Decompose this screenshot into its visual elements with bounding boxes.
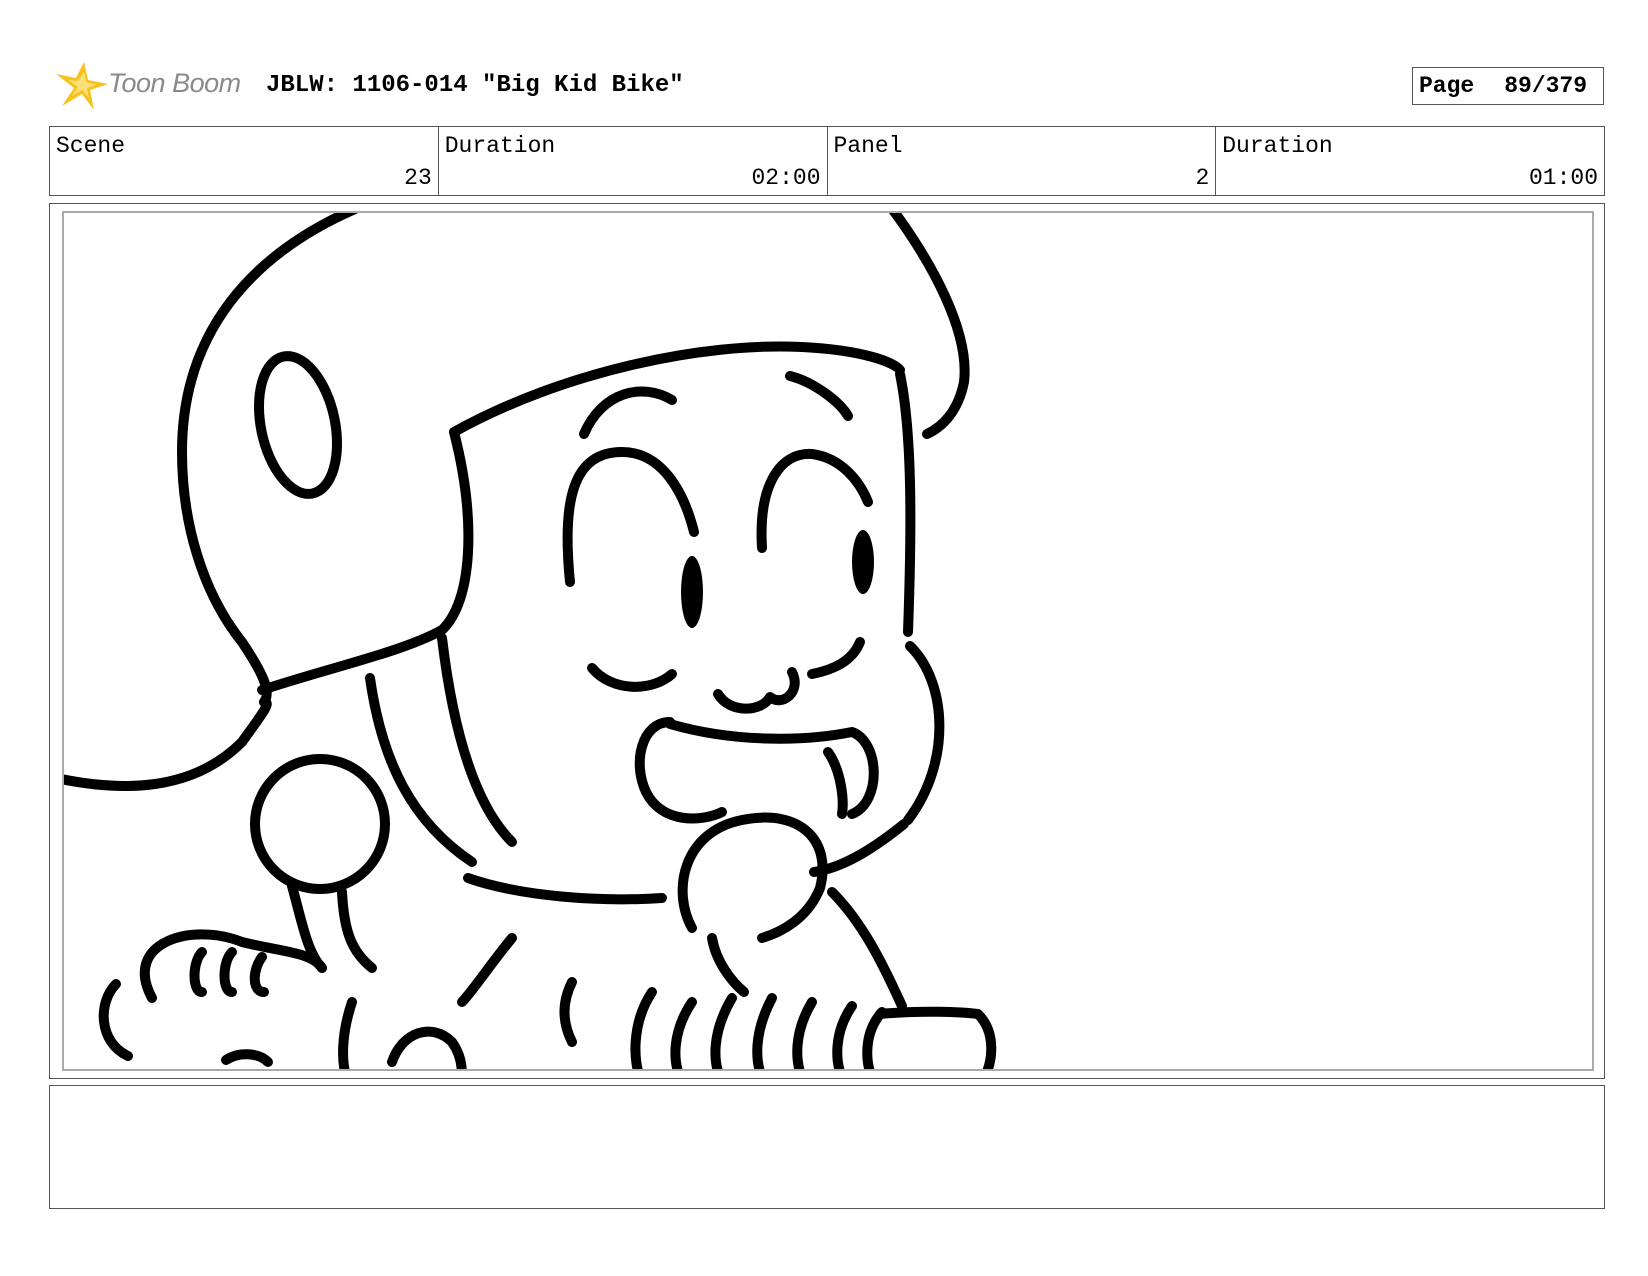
left-handlebar-grip — [219, 947, 237, 997]
face-outline — [903, 641, 945, 825]
page-label: Page — [1419, 73, 1475, 99]
toon-boom-logo: Toon Boom — [54, 58, 250, 116]
left-cheek — [587, 663, 677, 692]
right-eye-arc — [756, 448, 873, 553]
logo-text: Toon Boom — [108, 68, 241, 98]
handlebar-end — [875, 1006, 997, 1069]
left-handlebar-grip — [189, 947, 207, 997]
right-handlebar-grip — [752, 993, 777, 1069]
handlebar-lower — [387, 1026, 467, 1069]
panel-cell: Panel 2 — [826, 127, 1216, 195]
face-outline — [895, 369, 916, 637]
left-hand — [250, 754, 390, 894]
right-pupil — [852, 530, 874, 594]
left-pupil — [681, 556, 703, 628]
handlebar-lower — [338, 997, 357, 1069]
collar — [463, 873, 667, 905]
panel-drawing-area — [62, 211, 1594, 1071]
collar — [437, 633, 517, 847]
scene-label: Scene — [56, 133, 126, 159]
nose — [713, 667, 800, 714]
scene-value: 23 — [404, 165, 432, 191]
right-cheek — [807, 637, 865, 679]
panel-duration-cell: Duration 01:00 — [1215, 127, 1604, 195]
scene-duration-value: 02:00 — [751, 165, 821, 191]
right-handlebar-grip — [630, 987, 657, 1069]
right-handlebar-grip — [792, 997, 817, 1069]
helmet-vent — [253, 351, 343, 499]
handlebar-end — [98, 979, 133, 1061]
page-number: 89/379 — [1504, 73, 1588, 99]
page-indicator: Page 89/379 — [1412, 67, 1604, 105]
left-handlebar-grip — [249, 952, 269, 997]
left-eye-arc — [562, 447, 699, 587]
panel-duration-label: Duration — [1222, 133, 1333, 159]
helmet-rim — [449, 341, 905, 437]
helmet-lower-edge — [257, 427, 474, 695]
left-eyebrow — [579, 386, 677, 439]
right-handlebar-grip — [862, 1007, 887, 1069]
panel-notes-box — [49, 1085, 1605, 1209]
panel-label: Panel — [833, 133, 903, 159]
scene-info-table: Scene 23 Duration 02:00 Panel 2 Duration… — [49, 126, 1605, 196]
torso — [457, 933, 517, 1007]
torso — [827, 887, 907, 1011]
tongue — [823, 747, 848, 819]
panel-value: 2 — [1195, 165, 1210, 191]
scene-duration-cell: Duration 02:00 — [437, 127, 827, 195]
helmet-lower-edge — [64, 697, 272, 791]
torso — [559, 977, 577, 1047]
left-arm — [337, 887, 377, 973]
toon-boom-star-icon — [56, 62, 108, 110]
right-hand — [677, 812, 828, 943]
document-title: JBLW: 1106-014 "Big Kid Bike" — [266, 72, 684, 99]
scene-duration-label: Duration — [444, 133, 556, 159]
right-handlebar-grip — [710, 993, 737, 1069]
storyboard-sketch — [64, 213, 997, 1069]
right-arm — [707, 933, 749, 997]
panel-duration-value: 01:00 — [1528, 165, 1598, 191]
right-eyebrow — [785, 371, 853, 421]
scene-cell: Scene 23 — [50, 127, 438, 195]
right-handlebar-grip — [670, 997, 697, 1069]
handlebar-lower — [221, 1049, 273, 1067]
right-handlebar-grip — [832, 1001, 857, 1069]
